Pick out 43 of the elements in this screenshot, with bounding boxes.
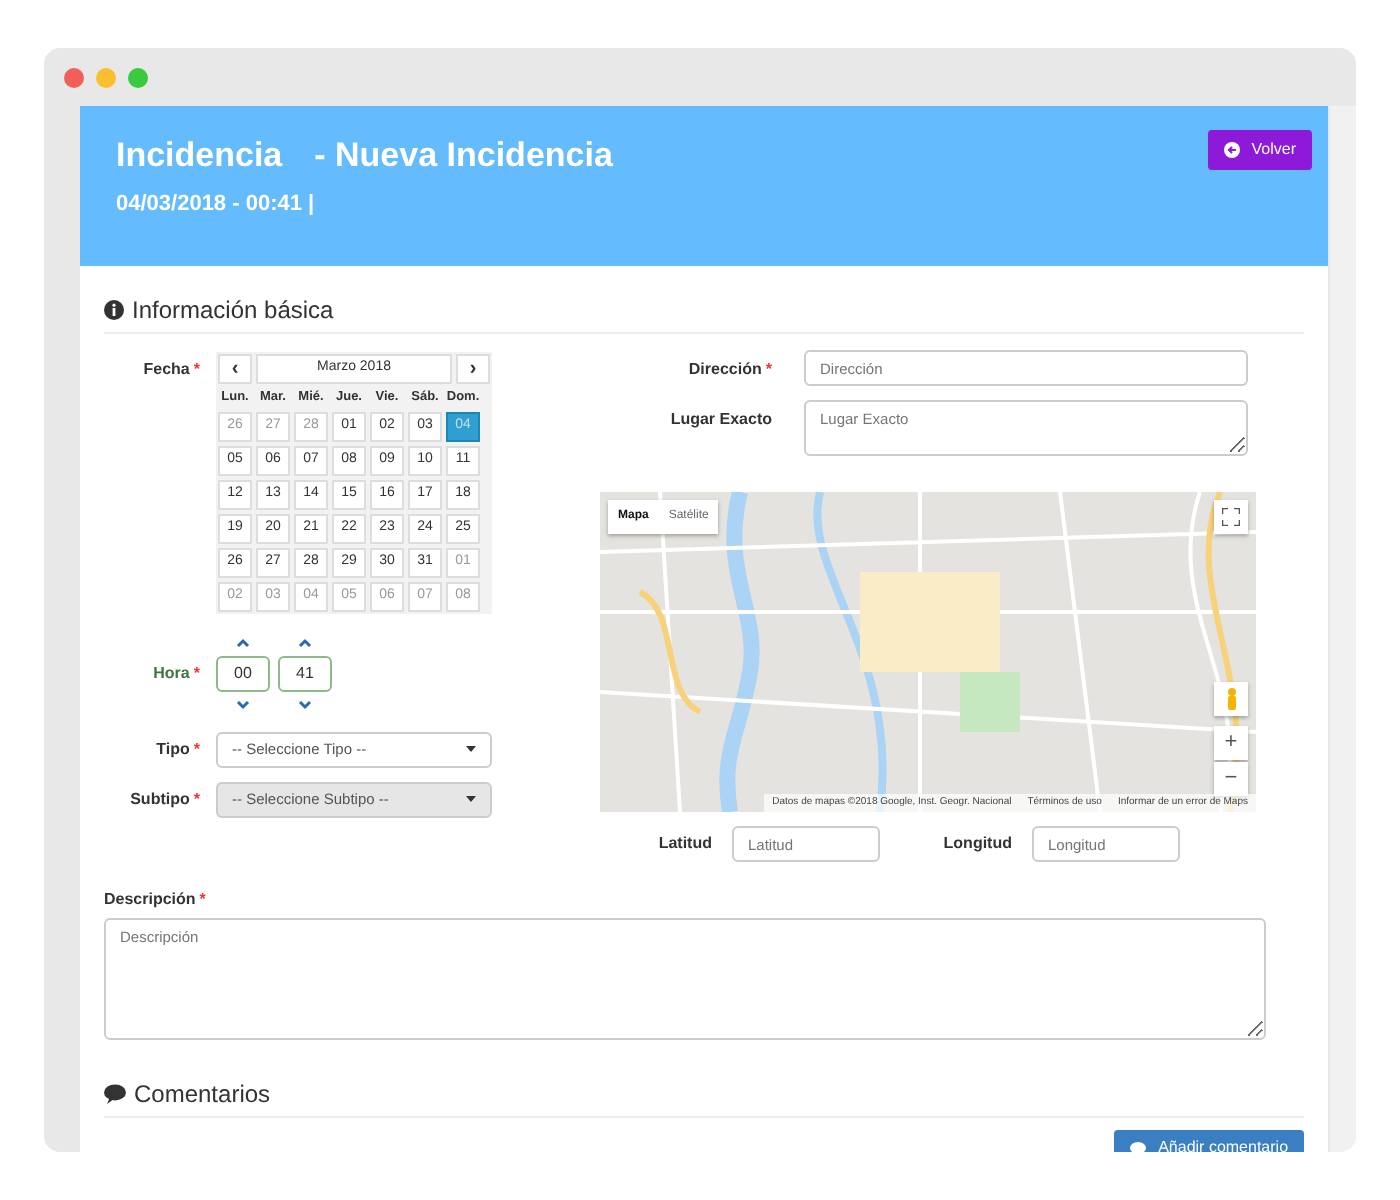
close-dot-icon[interactable] bbox=[64, 67, 84, 87]
field-label: Longitud bbox=[943, 834, 1012, 852]
field-label: Hora bbox=[153, 663, 190, 682]
back-circle-icon bbox=[1223, 142, 1240, 158]
page-title: Incidencia bbox=[116, 134, 283, 178]
time-field[interactable]: 41 bbox=[278, 655, 332, 692]
field-label: Latitud bbox=[658, 834, 712, 852]
prev-month-button[interactable]: ‹ bbox=[218, 354, 252, 384]
chevron-down-icon[interactable] bbox=[298, 699, 312, 710]
required-mark: * bbox=[199, 890, 206, 908]
field-label: Tipo bbox=[156, 739, 190, 758]
info-icon bbox=[104, 300, 124, 320]
zoom-in-button[interactable]: + bbox=[1214, 726, 1248, 760]
chevron-up-icon[interactable] bbox=[298, 637, 312, 648]
field-label: Descripción bbox=[104, 890, 196, 908]
person-icon bbox=[1225, 688, 1237, 710]
section-title: Información básica bbox=[132, 294, 334, 328]
required-mark: * bbox=[193, 663, 200, 682]
chevron-up-icon[interactable] bbox=[236, 637, 250, 648]
required-mark: * bbox=[193, 360, 200, 378]
required-mark: * bbox=[193, 789, 200, 808]
field-label: Subtipo bbox=[130, 789, 190, 808]
field-label: Lugar Exacto bbox=[670, 410, 772, 428]
required-mark: * bbox=[193, 739, 200, 758]
field-label: Fecha bbox=[143, 360, 190, 378]
scrollbar[interactable] bbox=[1330, 106, 1356, 1152]
add-comment-button[interactable]: Añadir comentario bbox=[1114, 1130, 1305, 1152]
section-title: Comentarios bbox=[134, 1078, 271, 1112]
fullscreen-icon bbox=[1222, 508, 1240, 526]
field-label: Dirección bbox=[688, 360, 762, 378]
maximize-dot-icon[interactable] bbox=[128, 67, 148, 87]
minimize-dot-icon[interactable] bbox=[96, 67, 116, 87]
next-month-button[interactable]: › bbox=[456, 354, 490, 384]
fullscreen-button[interactable] bbox=[1214, 500, 1248, 534]
back-button[interactable]: Volver bbox=[1207, 130, 1313, 170]
date-time: 04/03/2018 - 00:41 | bbox=[116, 189, 317, 219]
time-field[interactable]: 00 bbox=[216, 655, 270, 692]
zoom-out-button[interactable]: − bbox=[1214, 762, 1248, 796]
dropdown-caret-icon bbox=[466, 746, 476, 753]
page-subtitle: - Nueva Incidencia bbox=[314, 134, 613, 178]
dropdown-caret-icon bbox=[466, 796, 476, 803]
chevron-down-icon[interactable] bbox=[236, 699, 250, 710]
required-mark: * bbox=[765, 360, 772, 378]
